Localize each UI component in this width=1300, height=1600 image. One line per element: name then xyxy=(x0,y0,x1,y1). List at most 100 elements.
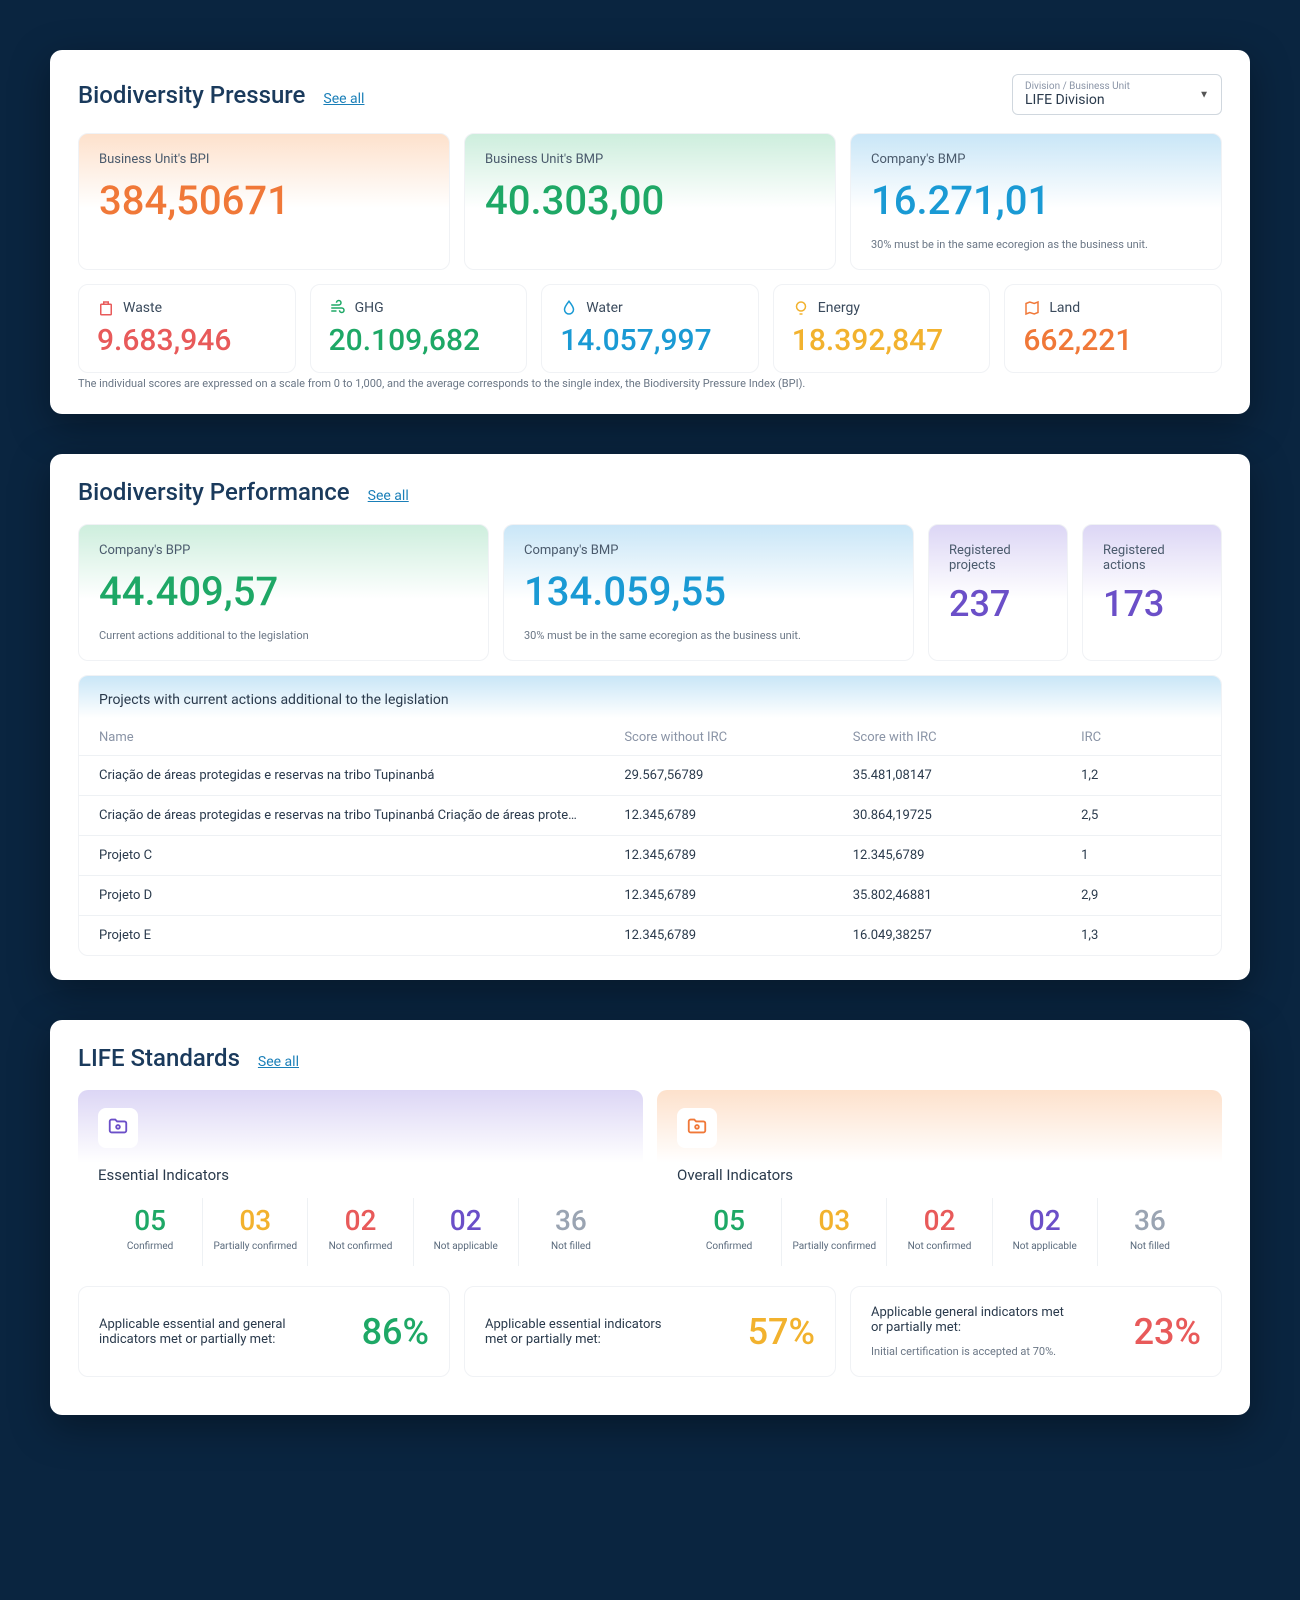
overall-title: Overall Indicators xyxy=(677,1166,1202,1184)
pressure-footnote: The individual scores are expressed on a… xyxy=(78,377,1222,390)
table-row[interactable]: Projeto E12.345,678916.049,382571,3 xyxy=(79,916,1221,956)
projects-table-header: Name Score without IRC Score with IRC IR… xyxy=(79,718,1221,756)
essential-indicators-card: Essential Indicators 05Confirmed03Partia… xyxy=(78,1090,643,1272)
ghg-value: 20.109,682 xyxy=(329,323,509,358)
chevron-down-icon: ▼ xyxy=(1199,89,1209,100)
land-label: Land xyxy=(1049,300,1080,316)
cell-score-with-irc: 16.049,38257 xyxy=(833,916,1061,956)
indicators-row: Essential Indicators 05Confirmed03Partia… xyxy=(78,1090,1222,1272)
percentage-text: Applicable essential indicators met or p… xyxy=(485,1317,685,1347)
pressure-title: Biodiversity Pressure xyxy=(78,81,305,109)
cell-name: Criação de áreas protegidas e reservas n… xyxy=(79,756,604,796)
bpp-note: Current actions additional to the legisl… xyxy=(99,629,468,642)
pressure-title-row: Biodiversity Pressure See all xyxy=(78,81,364,109)
performance-title: Biodiversity Performance xyxy=(78,478,350,506)
pressure-panel: Biodiversity Pressure See all Division /… xyxy=(50,50,1250,414)
indicator-stat-label: Confirmed xyxy=(102,1241,198,1252)
performance-see-all-link[interactable]: See all xyxy=(368,488,409,504)
water-value: 14.057,997 xyxy=(560,323,740,358)
perf-bmp-value: 134.059,55 xyxy=(524,568,893,615)
cell-name: Projeto C xyxy=(79,836,604,876)
table-row[interactable]: Projeto D12.345,678935.802,468812,9 xyxy=(79,876,1221,916)
perf-bmp-card: Company's BMP 134.059,55 30% must be in … xyxy=(503,524,914,661)
water-label: Water xyxy=(586,300,623,316)
performance-cards-row: Company's BPP 44.409,57 Current actions … xyxy=(78,524,1222,661)
energy-metric: Energy 18.392,847 xyxy=(773,284,991,373)
division-select-value: LIFE Division xyxy=(1025,92,1105,108)
waste-label: Waste xyxy=(123,300,162,316)
indicator-stat: 02Not confirmed xyxy=(887,1198,992,1266)
standards-panel: LIFE Standards See all Essential Indicat… xyxy=(50,1020,1250,1415)
essential-icon-box xyxy=(98,1108,138,1148)
overall-stats: 05Confirmed03Partially confirmed02Not co… xyxy=(677,1198,1202,1266)
cell-irc: 1,3 xyxy=(1061,916,1221,956)
indicator-stat-label: Partially confirmed xyxy=(786,1241,882,1252)
indicator-stat: 03 Partially confirmed xyxy=(203,1198,308,1266)
overall-indicators-card: Overall Indicators 05Confirmed03Partiall… xyxy=(657,1090,1222,1272)
bpp-value: 44.409,57 xyxy=(99,568,468,615)
water-metric: Water 14.057,997 xyxy=(541,284,759,373)
company-bmp-label: Company's BMP xyxy=(871,152,1201,167)
pressure-see-all-link[interactable]: See all xyxy=(323,91,364,107)
indicator-stat: 02 Not applicable xyxy=(414,1198,519,1266)
ghg-label: GHG xyxy=(355,300,384,316)
col-score-with-irc: Score with IRC xyxy=(833,718,1061,756)
overall-icon-box xyxy=(677,1108,717,1148)
indicator-stat: 36Not filled xyxy=(1098,1198,1202,1266)
indicator-stat-label: Not filled xyxy=(523,1241,619,1252)
percentage-card: Applicable general indicators met or par… xyxy=(850,1286,1222,1377)
perf-bmp-note: 30% must be in the same ecoregion as the… xyxy=(524,629,893,642)
indicator-stat-number: 05 xyxy=(102,1204,198,1237)
division-select[interactable]: Division / Business Unit LIFE Division ▼ xyxy=(1012,74,1222,115)
map-icon xyxy=(1023,299,1041,317)
land-metric: Land 662,221 xyxy=(1004,284,1222,373)
projects-value: 237 xyxy=(949,583,1047,625)
cell-name: Projeto D xyxy=(79,876,604,916)
standards-title-row: LIFE Standards See all xyxy=(78,1044,1222,1072)
projects-label: Registered projects xyxy=(949,543,1047,573)
percentage-value: 57% xyxy=(748,1311,815,1353)
table-row[interactable]: Projeto C12.345,678912.345,67891 xyxy=(79,836,1221,876)
ghg-metric: GHG 20.109,682 xyxy=(310,284,528,373)
standards-see-all-link[interactable]: See all xyxy=(258,1054,299,1070)
indicator-stat-number: 02 xyxy=(418,1204,514,1237)
percentage-value: 86% xyxy=(362,1311,429,1353)
percentage-value: 23% xyxy=(1134,1311,1201,1353)
company-bmp-note: 30% must be in the same ecoregion as the… xyxy=(871,238,1201,251)
projects-table: Name Score without IRC Score with IRC IR… xyxy=(79,718,1221,955)
pressure-header: Biodiversity Pressure See all Division /… xyxy=(78,74,1222,115)
cell-name: Projeto E xyxy=(79,916,604,956)
bu-bmp-value: 40.303,00 xyxy=(485,177,815,224)
indicator-stat: 05Confirmed xyxy=(677,1198,782,1266)
indicator-stat-number: 03 xyxy=(207,1204,303,1237)
water-head: Water xyxy=(560,299,740,317)
projects-card: Registered projects 237 xyxy=(928,524,1068,661)
table-row[interactable]: Criação de áreas protegidas e reservas n… xyxy=(79,756,1221,796)
percentage-text: Applicable general indicators met or par… xyxy=(871,1305,1071,1335)
bpp-label: Company's BPP xyxy=(99,543,468,558)
cell-irc: 1,2 xyxy=(1061,756,1221,796)
standards-title: LIFE Standards xyxy=(78,1044,240,1072)
col-name: Name xyxy=(79,718,604,756)
waste-metric: Waste 9.683,946 xyxy=(78,284,296,373)
energy-label: Energy xyxy=(818,300,860,316)
energy-value: 18.392,847 xyxy=(792,323,972,358)
waste-icon xyxy=(97,299,115,317)
bpi-value: 384,50671 xyxy=(99,177,429,224)
percentages-row: Applicable essential and general indicat… xyxy=(78,1286,1222,1377)
energy-head: Energy xyxy=(792,299,972,317)
percentage-text: Applicable essential and general indicat… xyxy=(99,1317,299,1347)
indicator-stat-label: Partially confirmed xyxy=(207,1241,303,1252)
percentage-card: Applicable essential and general indicat… xyxy=(78,1286,450,1377)
ghg-head: GHG xyxy=(329,299,509,317)
actions-value: 173 xyxy=(1103,583,1201,625)
pressure-cards-row: Business Unit's BPI 384,50671 Business U… xyxy=(78,133,1222,270)
indicator-stat-label: Not confirmed xyxy=(891,1241,987,1252)
indicator-stat-label: Not applicable xyxy=(997,1241,1093,1252)
actions-label: Registered actions xyxy=(1103,543,1201,573)
wind-icon xyxy=(329,299,347,317)
indicator-stat-number: 36 xyxy=(523,1204,619,1237)
indicator-stat-label: Not filled xyxy=(1102,1241,1198,1252)
table-row[interactable]: Criação de áreas protegidas e reservas n… xyxy=(79,796,1221,836)
indicator-stat-label: Not applicable xyxy=(418,1241,514,1252)
